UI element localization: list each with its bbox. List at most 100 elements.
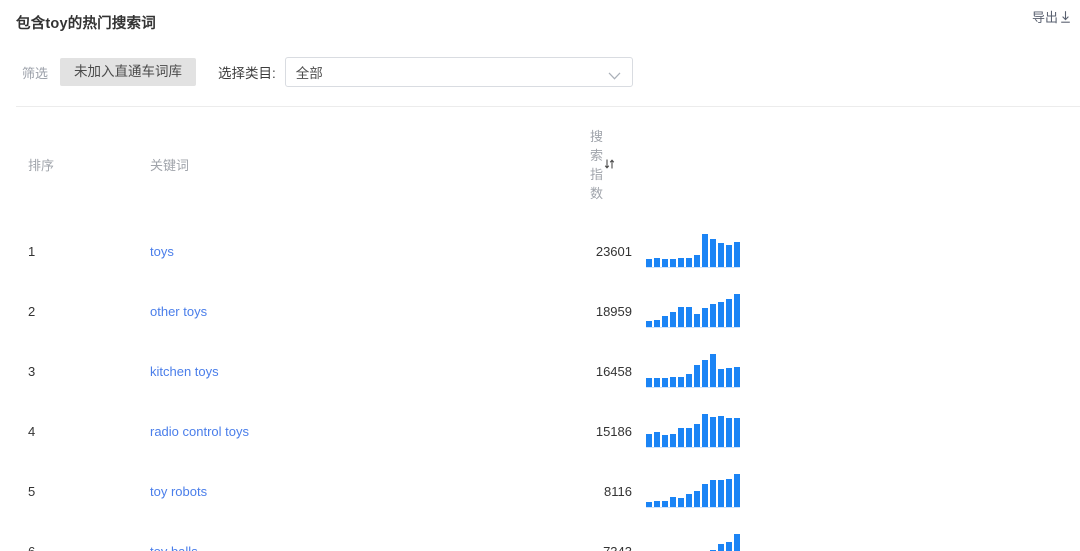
cell-rank: 3	[0, 341, 58, 401]
sparkline-bar	[718, 480, 724, 507]
sparkline-bar	[726, 479, 732, 507]
category-select[interactable]: 全部	[285, 57, 633, 87]
cell-search-index: 16458	[278, 341, 590, 401]
category-select-value: 全部	[286, 62, 323, 82]
col-header-keyword: 关键词	[58, 107, 278, 221]
sparkline-bar	[646, 321, 652, 327]
cell-search-index: 18959	[278, 281, 590, 341]
sparkline-bar	[702, 360, 708, 387]
keyword-link[interactable]: radio control toys	[150, 424, 249, 439]
table-row: 3kitchen toys16458-17.8%1.24%+26.6%119+3…	[0, 341, 1080, 401]
sparkline-bar	[702, 414, 708, 447]
sparkline-bar	[694, 314, 700, 327]
sparkline-bar	[670, 377, 676, 387]
cell-rank: 2	[0, 281, 58, 341]
keyword-link[interactable]: toy balls	[150, 544, 198, 551]
cell-keyword: radio control toys	[58, 401, 278, 461]
sparkline-bar	[662, 501, 668, 507]
filter-chip-not-in-ppc-lexicon[interactable]: 未加入直通车词库	[60, 58, 196, 86]
chevron-down-icon	[608, 68, 621, 77]
cell-keyword: kitchen toys	[58, 341, 278, 401]
sparkline-bar	[646, 434, 652, 447]
sparkline-bar	[646, 378, 652, 387]
sparkline-bar	[686, 428, 692, 447]
cell-rank: 6	[0, 521, 58, 551]
search-trend-sparkline	[646, 354, 740, 388]
cell-keyword: other toys	[58, 281, 278, 341]
sparkline-bar	[710, 239, 716, 267]
col-label-rank: 排序	[28, 155, 54, 174]
search-trend-sparkline	[646, 414, 740, 448]
sparkline-bar	[718, 302, 724, 327]
cell-search-index: 15186	[278, 401, 590, 461]
table-row: 5toy robots8116+35.9%2.29%-25.3%62-1.2%	[0, 461, 1080, 521]
sparkline-bar	[734, 418, 740, 447]
sparkline-bar	[686, 494, 692, 507]
search-index-value: 15186	[590, 424, 632, 439]
page-title: 包含toy的热门搜索词	[16, 12, 156, 33]
sparkline-bar	[678, 258, 684, 267]
cell-keyword: toy balls	[58, 521, 278, 551]
sparkline-bar	[678, 307, 684, 327]
keyword-link[interactable]: toy robots	[150, 484, 207, 499]
sparkline-bar	[726, 418, 732, 447]
col-label-search-index: 搜索指数	[590, 126, 603, 202]
sparkline-bar	[654, 378, 660, 387]
keyword-link[interactable]: kitchen toys	[150, 364, 219, 379]
sparkline-bar	[662, 435, 668, 447]
sparkline-bar	[670, 497, 676, 507]
search-trend-sparkline	[646, 234, 740, 268]
sparkline-bar	[662, 378, 668, 387]
sparkline-bar	[726, 542, 732, 551]
sparkline-bar	[662, 259, 668, 267]
cell-keyword: toys	[58, 221, 278, 281]
sparkline-bar	[686, 374, 692, 387]
sparkline-bar	[726, 245, 732, 267]
search-index-value: 7343	[590, 544, 632, 551]
col-header-search-index[interactable]: 搜索指数	[278, 107, 590, 221]
search-trend-sparkline	[646, 474, 740, 508]
sparkline-bar	[678, 428, 684, 447]
sparkline-bar	[670, 259, 676, 267]
search-trend-sparkline	[646, 294, 740, 328]
keyword-link[interactable]: toys	[150, 244, 174, 259]
keyword-link[interactable]: other toys	[150, 304, 207, 319]
sparkline-bar	[694, 255, 700, 267]
filter-label: 筛选	[22, 63, 48, 82]
sparkline-bar	[694, 491, 700, 507]
sparkline-bar	[726, 368, 732, 387]
sparkline-bar	[686, 307, 692, 327]
cell-search-index: 8116	[278, 461, 590, 521]
table-row: 4radio control toys15186-1.6%3.07%+23%86…	[0, 401, 1080, 461]
download-icon	[1059, 10, 1072, 24]
category-label: 选择类目:	[218, 62, 276, 82]
table-row: 1toys23601+9.4%0.52%-18.5%197+2.5%	[0, 221, 1080, 281]
sparkline-bar	[702, 234, 708, 267]
cell-rank: 5	[0, 461, 58, 521]
sparkline-bar	[646, 259, 652, 267]
cell-search-index: 7343	[278, 521, 590, 551]
filter-bar: 筛选 未加入直通车词库 选择类目: 全部	[0, 46, 1080, 98]
search-index-value: 23601	[590, 244, 632, 259]
table-body: 1toys23601+9.4%0.52%-18.5%197+2.5%2other…	[0, 221, 1080, 551]
sparkline-bar	[726, 299, 732, 327]
sparkline-bar	[686, 258, 692, 267]
cell-search-index: 23601	[278, 221, 590, 281]
col-header-search-growth[interactable]: 搜索涨幅	[590, 107, 1080, 221]
sort-updown-icon[interactable]	[604, 158, 615, 170]
page-header: 包含toy的热门搜索词 导出	[0, 0, 1080, 46]
table-header-row: 排序 关键词 搜索指数	[0, 107, 1080, 221]
table-head: 排序 关键词 搜索指数	[0, 107, 1080, 221]
sparkline-bar	[654, 320, 660, 327]
table-row: 2other toys18959+36.4%3.09%+8.9%75+11.6%	[0, 281, 1080, 341]
sparkline-bar	[734, 242, 740, 267]
sparkline-bar	[734, 294, 740, 327]
col-label-keyword: 关键词	[150, 155, 189, 174]
sparkline-bar	[734, 367, 740, 387]
sparkline-bar	[718, 369, 724, 387]
sparkline-bar	[662, 316, 668, 327]
export-button[interactable]: 导出	[1032, 7, 1072, 26]
sparkline-bar	[646, 502, 652, 507]
sparkline-bar	[654, 501, 660, 507]
sparkline-bar	[718, 243, 724, 267]
